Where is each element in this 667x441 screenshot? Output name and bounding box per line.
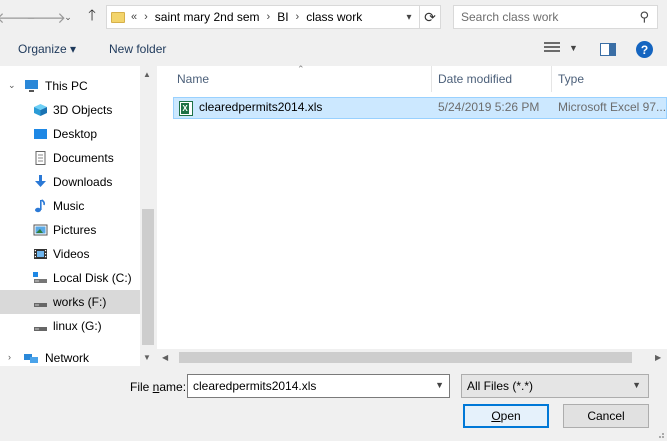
nav-item-desktop[interactable]: Desktop: [0, 122, 140, 146]
folder-icon: [111, 11, 125, 23]
drive-icon: [33, 295, 48, 309]
scrollbar-thumb[interactable]: [142, 209, 154, 345]
navigation-pane: ⌄ This PC 3D Objects Desktop Documents D…: [0, 66, 157, 366]
excel-file-icon: [179, 101, 193, 116]
breadcrumb-item[interactable]: BI: [277, 10, 288, 24]
nav-item-downloads[interactable]: Downloads: [0, 170, 140, 194]
open-button[interactable]: Open: [463, 404, 549, 428]
nav-item-music[interactable]: Music: [0, 194, 140, 218]
view-options-icon[interactable]: [544, 42, 560, 54]
file-list-horizontal-scrollbar[interactable]: ◀ ▶: [157, 349, 667, 366]
address-bar[interactable]: « › saint mary 2nd sem › BI › class work: [106, 5, 420, 29]
chevron-down-icon[interactable]: ▼: [632, 380, 641, 390]
breadcrumb-overflow[interactable]: «: [131, 11, 137, 23]
nav-item-label: Videos: [53, 247, 90, 261]
organize-button[interactable]: Organize ▾: [18, 42, 76, 56]
nav-item-3d-objects[interactable]: 3D Objects: [0, 98, 140, 122]
videos-icon: [33, 247, 48, 261]
nav-item-network[interactable]: › Network: [0, 346, 140, 370]
cancel-button[interactable]: Cancel: [563, 404, 649, 428]
file-name-value: clearedpermits2014.xls: [193, 379, 317, 393]
pictures-icon: [33, 223, 48, 237]
nav-item-label: Documents: [53, 151, 114, 165]
help-icon[interactable]: ?: [636, 41, 653, 58]
up-button[interactable]: 🡑: [82, 6, 102, 28]
nav-item-this-pc[interactable]: ⌄ This PC: [0, 74, 140, 98]
documents-icon: [33, 151, 48, 165]
nav-item-label: Local Disk (C:): [53, 271, 132, 285]
drive-icon: [33, 319, 48, 333]
scroll-left-icon[interactable]: ◀: [162, 353, 168, 362]
chevron-down-icon[interactable]: ▼: [435, 380, 444, 390]
column-divider[interactable]: [431, 66, 432, 92]
nav-item-pictures[interactable]: Pictures: [0, 218, 140, 242]
nav-item-label: Downloads: [53, 175, 113, 189]
computer-icon: [24, 79, 39, 93]
file-type-filter[interactable]: All Files (*.*) ▼: [461, 374, 649, 398]
column-divider[interactable]: [551, 66, 552, 92]
downloads-icon: [33, 175, 48, 189]
chevron-down-icon[interactable]: ▼: [569, 43, 578, 53]
nav-item-local-disk-c[interactable]: Local Disk (C:): [0, 266, 140, 290]
music-icon: [33, 199, 48, 213]
column-header-date-modified[interactable]: Date modified: [438, 72, 512, 86]
file-name-field[interactable]: clearedpermits2014.xls ▼: [187, 374, 450, 398]
nav-item-documents[interactable]: Documents: [0, 146, 140, 170]
nav-pane-scrollbar[interactable]: ▲ ▼: [140, 66, 157, 366]
breadcrumb-item[interactable]: saint mary 2nd sem: [155, 10, 260, 24]
resize-grip-icon[interactable]: [655, 429, 665, 439]
column-header-name[interactable]: Name: [177, 72, 209, 86]
forward-button[interactable]: 🡒: [26, 6, 66, 28]
nav-item-label: 3D Objects: [53, 103, 113, 117]
search-placeholder: Search class work: [461, 10, 559, 24]
search-input[interactable]: Search class work ⚲: [453, 5, 658, 29]
file-name-label: File name:: [130, 380, 187, 394]
nav-item-label: Music: [53, 199, 85, 213]
breadcrumb-item[interactable]: class work: [306, 10, 362, 24]
desktop-icon: [33, 127, 48, 141]
refresh-button[interactable]: ⟳: [420, 5, 441, 29]
3d-objects-icon: [33, 103, 48, 117]
chevron-right-icon: ›: [266, 11, 271, 23]
scroll-right-icon[interactable]: ▶: [655, 353, 661, 362]
file-type: Microsoft Excel 97...: [558, 100, 667, 114]
search-icon: ⚲: [639, 9, 649, 24]
nav-item-works-f[interactable]: works (F:): [0, 290, 140, 314]
sort-ascending-icon: ⌃: [297, 64, 305, 74]
chevron-right-icon: ›: [144, 11, 148, 23]
chevron-right-icon[interactable]: ›: [8, 352, 11, 362]
nav-item-label: Network: [45, 351, 90, 365]
preview-pane-icon[interactable]: [600, 43, 616, 56]
nav-item-label: works (F:): [53, 295, 107, 309]
refresh-icon: ⟳: [424, 8, 436, 25]
scroll-up-icon[interactable]: ▲: [143, 70, 151, 79]
file-date-modified: 5/24/2019 5:26 PM: [438, 100, 540, 114]
recent-locations-button[interactable]: ⌄: [58, 6, 78, 28]
nav-item-label: Desktop: [53, 127, 98, 141]
nav-item-label: linux (G:): [53, 319, 102, 333]
file-name[interactable]: clearedpermits2014.xls: [199, 100, 322, 114]
file-type-filter-value: All Files (*.*): [467, 379, 534, 393]
back-button[interactable]: 🡐: [0, 6, 36, 28]
scrollbar-thumb[interactable]: [179, 352, 632, 363]
nav-item-videos[interactable]: Videos: [0, 242, 140, 266]
nav-item-label: This PC: [45, 79, 88, 93]
file-list: ⌃ Name Date modified Type clearedpermits…: [157, 64, 667, 366]
nav-item-linux-g[interactable]: linux (G:): [0, 314, 140, 338]
network-icon: [24, 351, 39, 365]
address-dropdown-icon[interactable]: ▾: [400, 6, 418, 28]
column-header-type[interactable]: Type: [558, 72, 584, 86]
scroll-down-icon[interactable]: ▼: [143, 353, 151, 362]
new-folder-button[interactable]: New folder: [109, 42, 166, 56]
chevron-down-icon[interactable]: ⌄: [8, 80, 16, 91]
chevron-right-icon: ›: [295, 11, 300, 23]
drive-icon: [33, 271, 48, 285]
nav-item-label: Pictures: [53, 223, 97, 237]
